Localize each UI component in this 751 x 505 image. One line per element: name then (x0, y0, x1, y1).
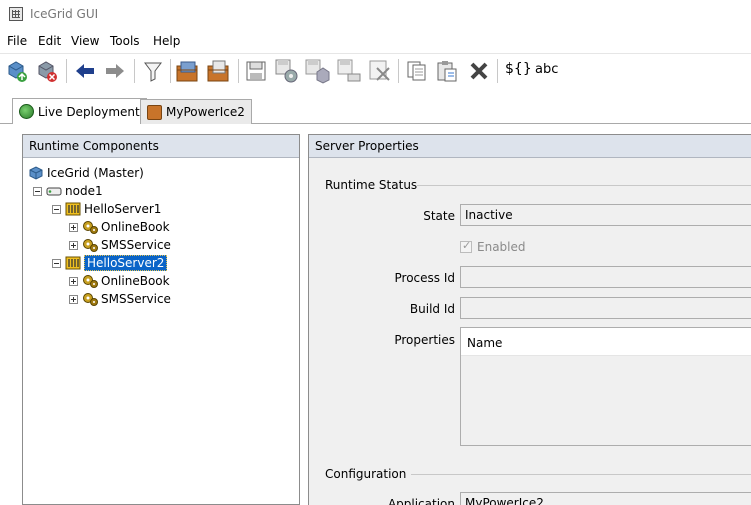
tree-node-smsservice[interactable]: SMSService (69, 236, 171, 254)
save-icon[interactable] (242, 57, 270, 85)
application-icon (147, 104, 162, 120)
save-to-file-icon[interactable] (335, 57, 363, 85)
tree-node-helloserver2[interactable]: HelloServer2 (52, 254, 168, 272)
menu-bar: File Edit View Tools Help (0, 32, 751, 52)
toolbar-separator (398, 59, 399, 83)
properties-label: Properties (394, 333, 455, 347)
enabled-label: Enabled (477, 240, 526, 254)
section-divider (411, 474, 751, 475)
tree-label: SMSService (101, 292, 171, 306)
expand-toggle[interactable] (69, 276, 78, 286)
copy-icon[interactable] (403, 57, 431, 85)
disconnect-icon[interactable] (33, 57, 61, 85)
tree-node-smsservice[interactable]: SMSService (69, 290, 171, 308)
tree-node-node1[interactable]: node1 (33, 182, 103, 200)
process-id-label: Process Id (394, 271, 456, 285)
delete-icon[interactable] (465, 57, 493, 85)
state-label: State (423, 209, 455, 223)
expand-toggle[interactable] (69, 240, 78, 250)
tab-mypowerice2[interactable]: MyPowerIce2 (140, 99, 252, 124)
service-gears-icon (83, 275, 98, 288)
expand-toggle[interactable] (69, 294, 78, 304)
server-properties-panel: Server Properties Runtime Status State I… (308, 134, 751, 505)
enabled-checkbox[interactable] (460, 239, 472, 253)
tree-label: HelloServer1 (84, 202, 162, 216)
state-field: Inactive (460, 204, 751, 226)
server-icon (65, 256, 81, 270)
open-application-from-file-icon[interactable] (205, 57, 233, 85)
filter-icon[interactable] (139, 57, 167, 85)
toolbar-separator (66, 59, 67, 83)
section-configuration: Configuration (325, 467, 407, 481)
tab-live-deployment[interactable]: Live Deployment (12, 98, 147, 124)
process-id-field (460, 266, 751, 288)
tree-node-helloserver1[interactable]: HelloServer1 (52, 200, 161, 218)
toolbar-separator (170, 59, 171, 83)
tree-label-selected: HelloServer2 (84, 255, 168, 271)
application-value: MyPowerIce2 (465, 496, 544, 505)
tab-label: MyPowerIce2 (166, 105, 245, 119)
section-runtime-status: Runtime Status (325, 178, 418, 192)
discard-changes-icon[interactable] (366, 57, 394, 85)
collapse-toggle[interactable] (33, 186, 42, 196)
live-deployment-icon (19, 104, 34, 119)
toolbar-separator (497, 59, 498, 83)
panel-title: Server Properties (309, 135, 751, 158)
service-gears-icon (83, 239, 98, 252)
build-id-field (460, 297, 751, 319)
runtime-components-panel: Runtime Components IceGrid (Master) node… (22, 134, 300, 505)
state-value: Inactive (465, 208, 513, 222)
expand-toggle[interactable] (69, 222, 78, 232)
menu-help[interactable]: Help (153, 34, 180, 48)
tree-label: IceGrid (Master) (47, 166, 144, 180)
toolbar-separator (238, 59, 239, 83)
tree-label: OnlineBook (101, 220, 170, 234)
node-icon (46, 187, 62, 196)
window-title: IceGrid GUI (30, 7, 99, 21)
open-application-icon[interactable] (174, 57, 202, 85)
show-variables-button[interactable]: abc (535, 62, 558, 77)
tree-node-registry[interactable]: IceGrid (Master) (28, 164, 144, 182)
menu-file[interactable]: File (7, 34, 27, 48)
section-divider (417, 185, 751, 186)
paste-icon[interactable] (433, 57, 461, 85)
connect-icon[interactable] (3, 57, 31, 85)
menu-view[interactable]: View (71, 34, 99, 48)
menu-edit[interactable]: Edit (38, 34, 61, 48)
forward-arrow-icon[interactable] (101, 57, 129, 85)
panel-title: Runtime Components (23, 135, 299, 158)
tree-label: node1 (65, 184, 103, 198)
service-gears-icon (83, 293, 98, 306)
menu-tools[interactable]: Tools (110, 34, 140, 48)
substitute-variables-button[interactable]: ${} (505, 61, 532, 77)
tree-label: SMSService (101, 238, 171, 252)
tab-label: Live Deployment (38, 104, 140, 119)
tree-node-onlinebook[interactable]: OnlineBook (69, 218, 170, 236)
properties-column-header[interactable]: Name (461, 328, 751, 356)
collapse-toggle[interactable] (52, 204, 61, 214)
tree-label: OnlineBook (101, 274, 170, 288)
icegrid-app-icon (9, 7, 23, 21)
application-field: MyPowerIce2 (460, 492, 751, 505)
application-label: Application (387, 497, 455, 505)
toolbar: ${} abc (0, 53, 751, 86)
save-to-registry-no-restart-icon[interactable] (303, 57, 331, 85)
save-to-registry-icon[interactable] (273, 57, 301, 85)
service-gears-icon (83, 221, 98, 234)
registry-icon (29, 166, 43, 180)
build-id-label: Build Id (409, 302, 455, 316)
tab-strip: Live Deployment MyPowerIce2 (0, 97, 751, 124)
collapse-toggle[interactable] (52, 258, 61, 268)
title-bar: IceGrid GUI (0, 0, 751, 30)
properties-table[interactable]: Name (460, 327, 751, 446)
tree-node-onlinebook[interactable]: OnlineBook (69, 272, 170, 290)
toolbar-separator (134, 59, 135, 83)
server-icon (65, 202, 81, 216)
back-arrow-icon[interactable] (71, 57, 99, 85)
